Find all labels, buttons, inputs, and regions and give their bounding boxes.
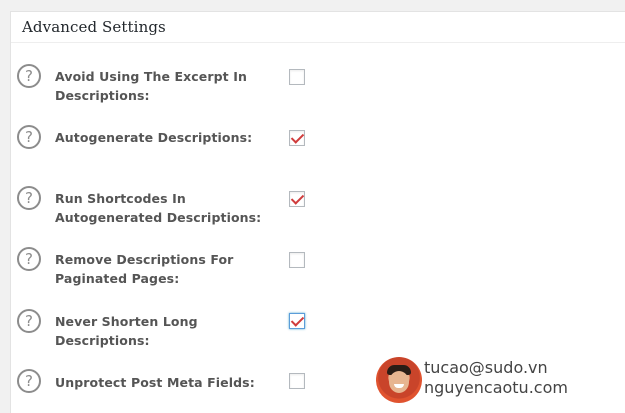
watermark-email: tucao@sudo.vn bbox=[424, 358, 548, 377]
watermark-website: nguyencaotu.com bbox=[424, 378, 568, 397]
setting-label: Run Shortcodes In Autogenerated Descript… bbox=[55, 191, 262, 225]
setting-label: Never Shorten Long Descriptions: bbox=[55, 314, 198, 348]
help-icon[interactable]: ? bbox=[17, 247, 41, 271]
help-icon[interactable]: ? bbox=[17, 64, 41, 88]
checkbox-run-shortcodes[interactable] bbox=[289, 191, 305, 207]
help-icon[interactable]: ? bbox=[17, 309, 41, 333]
advanced-settings-panel: Advanced Settings ? Avoid Using The Exce… bbox=[10, 11, 625, 413]
checkmark-icon bbox=[290, 313, 305, 327]
help-icon[interactable]: ? bbox=[17, 125, 41, 149]
help-icon[interactable]: ? bbox=[17, 369, 41, 393]
setting-label: Avoid Using The Excerpt In Descriptions: bbox=[55, 69, 247, 103]
setting-label: Remove Descriptions For Paginated Pages: bbox=[55, 252, 234, 286]
avatar bbox=[376, 357, 422, 403]
checkmark-icon bbox=[290, 130, 305, 144]
checkbox-unprotect-meta[interactable] bbox=[289, 373, 305, 389]
checkmark-icon bbox=[290, 191, 305, 205]
setting-label: Unprotect Post Meta Fields: bbox=[55, 375, 255, 390]
checkbox-avoid-excerpt[interactable] bbox=[289, 69, 305, 85]
panel-title: Advanced Settings bbox=[22, 18, 166, 36]
watermark: tucao@sudo.vn nguyencaotu.com bbox=[376, 357, 596, 407]
checkbox-never-shorten[interactable] bbox=[289, 313, 305, 329]
setting-label: Autogenerate Descriptions: bbox=[55, 130, 253, 145]
panel-header: Advanced Settings bbox=[11, 12, 625, 43]
help-icon[interactable]: ? bbox=[17, 186, 41, 210]
checkbox-remove-paginated[interactable] bbox=[289, 252, 305, 268]
checkbox-autogenerate[interactable] bbox=[289, 130, 305, 146]
